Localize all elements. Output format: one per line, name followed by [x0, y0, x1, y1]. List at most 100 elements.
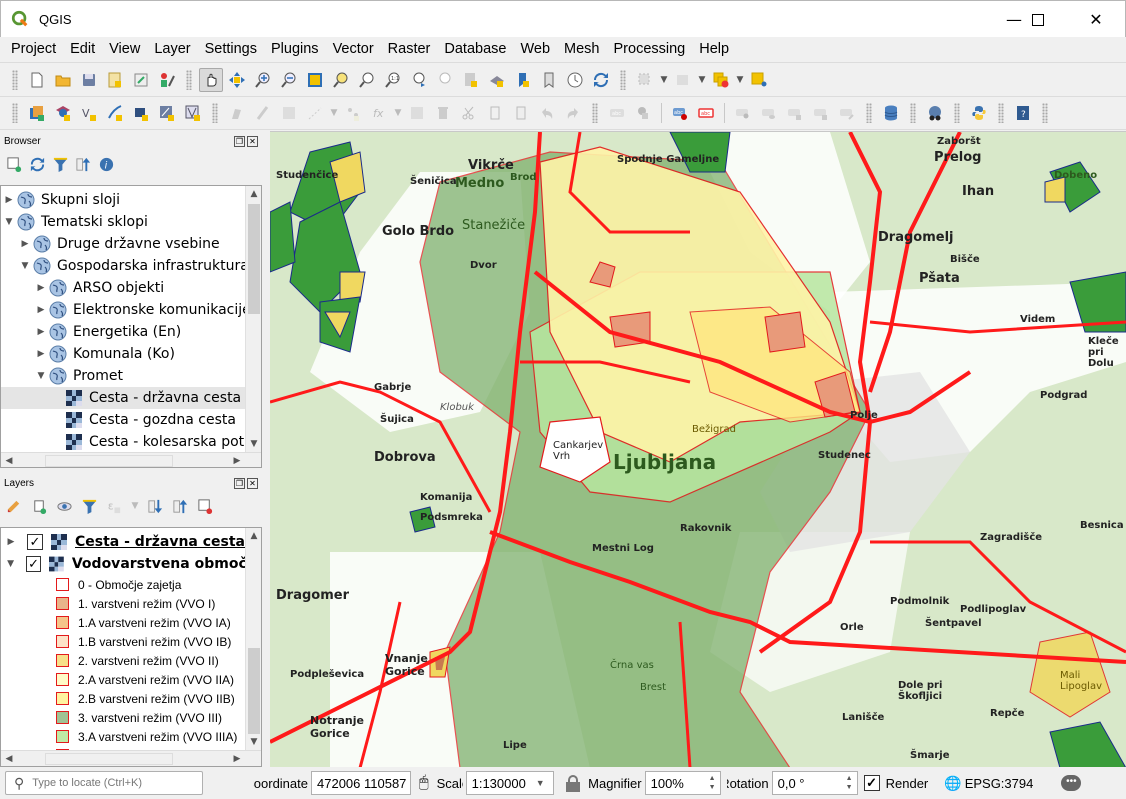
new-mesh-layer-button[interactable]	[181, 101, 205, 125]
menu-settings[interactable]: Settings	[198, 41, 264, 57]
pan-button[interactable]	[199, 67, 223, 92]
close-button[interactable]: ✕	[1073, 1, 1119, 38]
collapsed-arrow-icon[interactable]: ▶	[35, 283, 47, 293]
layer-diagram-button[interactable]: abc	[694, 101, 718, 125]
collapse-all-icon[interactable]	[172, 498, 189, 515]
digitize-dropdown-arrow[interactable]: ▼	[328, 108, 340, 118]
refresh-button[interactable]	[589, 68, 613, 92]
scroll-down-arrow[interactable]: ▼	[246, 436, 261, 452]
float-panel-icon[interactable]: ❐	[234, 477, 245, 489]
pan-to-selection-button[interactable]	[225, 68, 249, 92]
expanded-arrow-icon[interactable]: ▼	[19, 261, 31, 271]
properties-icon[interactable]: i	[98, 156, 115, 173]
toolbar-grip[interactable]	[12, 103, 18, 123]
layer-item[interactable]: ▼ ✓ Vodovarstvena območja	[1, 553, 261, 575]
scrollbar-thumb[interactable]	[248, 204, 260, 314]
new-geopackage-layer-button[interactable]	[51, 101, 75, 125]
toolbar-grip[interactable]	[592, 103, 598, 123]
style-layer-icon[interactable]	[6, 498, 23, 515]
menu-edit[interactable]: Edit	[63, 41, 102, 57]
rotation-spinbox[interactable]: 0,0 ° ▲ ▼	[771, 771, 858, 795]
crs-button[interactable]: EPSG:3794	[965, 776, 1034, 791]
layer-visibility-checkbox[interactable]: ✓	[26, 556, 42, 572]
db-manager-button[interactable]	[879, 101, 903, 125]
layers-horizontal-scrollbar[interactable]: ◀ ▶	[1, 750, 261, 766]
browser-item[interactable]: ▼ Promet	[1, 365, 261, 387]
layout-manager-button[interactable]	[129, 68, 153, 92]
manage-map-themes-icon[interactable]	[56, 498, 73, 515]
zoom-full-button[interactable]	[303, 68, 327, 92]
browser-item[interactable]: ▶ Energetika (En)	[1, 321, 261, 343]
new-map-view-button[interactable]	[459, 68, 483, 92]
browser-item[interactable]: ▶ Skupni sloji	[1, 189, 261, 211]
map-canvas[interactable]: Ljubljana Dobrova Dragomer Golo Brdo Sta…	[270, 131, 1126, 767]
metasearch-button[interactable]	[923, 101, 947, 125]
menu-processing[interactable]: Processing	[607, 41, 693, 57]
browser-item[interactable]: ▶ Komunala (Ko)	[1, 343, 261, 365]
browser-item[interactable]: ▶ ARSO objekti	[1, 277, 261, 299]
scroll-right-arrow[interactable]: ▶	[229, 751, 245, 766]
toolbar-grip[interactable]	[954, 103, 960, 123]
filter-legend-icon[interactable]	[81, 498, 98, 515]
scrollbar-thumb[interactable]	[45, 455, 173, 467]
new-3d-view-button[interactable]	[485, 68, 509, 92]
zoom-to-layer-button[interactable]	[355, 68, 379, 92]
field-calc-dropdown-arrow[interactable]: ▼	[392, 108, 404, 118]
messages-icon[interactable]: •••	[1061, 775, 1082, 791]
menu-project[interactable]: Project	[4, 41, 63, 57]
scrollbar-thumb[interactable]	[45, 753, 173, 765]
collapse-all-icon[interactable]	[75, 156, 92, 173]
new-project-button[interactable]	[25, 68, 49, 92]
scale-combobox[interactable]: 1:130000 ▼	[465, 771, 554, 795]
browser-item[interactable]: Cesta - državna cesta	[1, 387, 261, 409]
filter-by-expression-icon[interactable]: ε	[106, 498, 123, 515]
zoom-last-button[interactable]	[407, 68, 431, 92]
current-edits-button[interactable]	[225, 101, 249, 125]
browser-horizontal-scrollbar[interactable]: ◀ ▶	[1, 452, 261, 467]
field-calculator-button[interactable]: fx	[367, 101, 391, 125]
spin-arrows-icon[interactable]: ▲ ▼	[846, 774, 853, 792]
menu-view[interactable]: View	[102, 41, 147, 57]
browser-item[interactable]: ▼ Tematski sklopi	[1, 211, 261, 233]
select-value-dropdown-arrow[interactable]: ▼	[696, 75, 708, 85]
maximize-button[interactable]	[1015, 1, 1061, 38]
scroll-up-arrow[interactable]: ▲	[246, 528, 261, 544]
lock-scale-icon[interactable]	[565, 774, 580, 792]
toggle-editing-button[interactable]	[251, 101, 275, 125]
zoom-to-selection-button[interactable]	[329, 68, 353, 92]
attribute-table-button[interactable]	[405, 101, 429, 125]
toolbar-grip[interactable]	[910, 103, 916, 123]
digitize-button[interactable]	[303, 101, 327, 125]
refresh-icon[interactable]	[29, 156, 46, 173]
browser-item[interactable]: ▶ Elektronske komunikacije	[1, 299, 261, 321]
toggle-extents-icon[interactable]: 🖱	[419, 774, 429, 792]
add-selected-layers-icon[interactable]	[6, 156, 23, 173]
collapsed-arrow-icon[interactable]: ▶	[35, 305, 47, 315]
help-button[interactable]: ?	[1011, 101, 1035, 125]
show-hide-labels-button[interactable]	[757, 101, 781, 125]
toolbar-grip[interactable]	[186, 69, 192, 90]
browser-item[interactable]: ▼ Gospodarska infrastruktura (	[1, 255, 261, 277]
layer-labeling-button[interactable]: abc	[668, 101, 692, 125]
render-checkbox[interactable]: ✓	[863, 775, 880, 791]
scroll-up-arrow[interactable]: ▲	[246, 186, 261, 202]
browser-item[interactable]: ▶ Druge državne vsebine	[1, 233, 261, 255]
layer-visibility-checkbox[interactable]: ✓	[27, 534, 43, 550]
move-label-button[interactable]	[783, 101, 807, 125]
undo-button[interactable]	[535, 101, 559, 125]
label-pin-button[interactable]	[631, 101, 655, 125]
change-label-button[interactable]	[835, 101, 859, 125]
rotate-label-button[interactable]	[809, 101, 833, 125]
float-panel-icon[interactable]: ❐	[234, 135, 245, 147]
coordinate-field[interactable]: 472006 110587	[311, 771, 411, 795]
show-bookmarks-button[interactable]	[537, 68, 561, 92]
collapsed-arrow-icon[interactable]: ▶	[3, 195, 15, 205]
menu-database[interactable]: Database	[437, 41, 513, 57]
label-toolbar-button[interactable]: abc	[605, 101, 629, 125]
new-spatialite-layer-button[interactable]	[103, 101, 127, 125]
filter-icon[interactable]	[52, 156, 69, 173]
toolbar-grip[interactable]	[998, 103, 1004, 123]
close-panel-icon[interactable]: ✕	[247, 135, 258, 147]
delete-selected-button[interactable]	[431, 101, 455, 125]
new-temporary-layer-button[interactable]	[155, 101, 179, 125]
